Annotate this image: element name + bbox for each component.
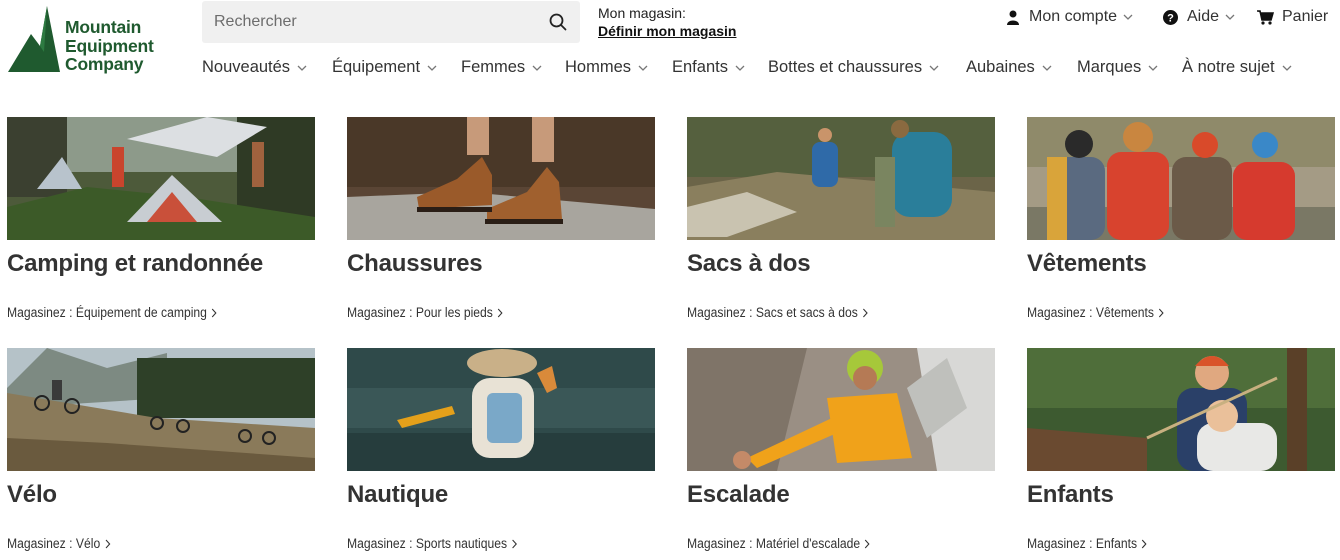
category-shop-link[interactable]: Magasinez : Enfants: [1027, 536, 1147, 551]
category-shop-link[interactable]: Magasinez : Équipement de camping: [7, 305, 217, 320]
nav-item-nouveautes[interactable]: Nouveautés: [202, 58, 307, 77]
category-card-chaussures: Chaussures Magasinez : Pour les pieds: [347, 117, 655, 320]
shop-label: Magasinez : Vêtements: [1027, 305, 1154, 320]
category-shop-link[interactable]: Magasinez : Pour les pieds: [347, 305, 503, 320]
cart-icon: [1257, 9, 1274, 25]
category-photo-escalade[interactable]: [687, 348, 995, 471]
category-card-nautique: Nautique Magasinez : Sports nautiques: [347, 348, 655, 551]
category-photo-sacs[interactable]: [687, 117, 995, 240]
chevron-down-icon: [297, 65, 307, 71]
store-label: Mon magasin:: [598, 5, 686, 21]
shop-label: Magasinez : Pour les pieds: [347, 305, 493, 320]
shop-label: Magasinez : Vélo: [7, 536, 101, 551]
chevron-down-icon: [929, 65, 939, 71]
help-menu[interactable]: ? Aide: [1163, 8, 1235, 26]
category-card-enfants: Enfants Magasinez : Enfants: [1027, 348, 1335, 551]
category-title[interactable]: Nautique: [347, 481, 448, 509]
user-icon: [1006, 10, 1020, 25]
nav-label: À notre sujet: [1182, 58, 1275, 76]
chevron-right-icon: [211, 308, 217, 318]
nav-label: Hommes: [565, 58, 632, 76]
brand-line-1: Mountain: [65, 17, 142, 37]
brand-line-2: Equipment: [65, 35, 154, 56]
category-card-camping: Camping et randonnée Magasinez : Équipem…: [7, 117, 315, 320]
brand-logo[interactable]: Mountain Equipment Company: [8, 6, 178, 76]
chevron-right-icon: [865, 539, 870, 549]
category-photo-enfants[interactable]: [1027, 348, 1335, 471]
cart-button[interactable]: Panier: [1257, 8, 1328, 26]
category-card-velo: Vélo Magasinez : Vélo: [7, 348, 315, 551]
chevron-down-icon: [1042, 65, 1052, 71]
category-shop-link[interactable]: Magasinez : Matériel d'escalade: [687, 536, 870, 551]
brand-wordmark: Mountain Equipment Company: [65, 18, 180, 74]
chevron-right-icon: [512, 539, 517, 549]
nav-label: Bottes et chaussures: [768, 58, 923, 76]
category-card-escalade: Escalade Magasinez : Matériel d'escalade: [687, 348, 995, 551]
shop-label: Magasinez : Sacs et sacs à dos: [687, 305, 858, 320]
chevron-down-icon: [1282, 65, 1292, 71]
nav-item-marques[interactable]: Marques: [1077, 58, 1158, 77]
chevron-right-icon: [497, 308, 503, 318]
category-card-sacs: Sacs à dos Magasinez : Sacs et sacs à do…: [687, 117, 995, 320]
search-input[interactable]: [202, 1, 536, 43]
chevron-down-icon: [638, 65, 648, 71]
category-shop-link[interactable]: Magasinez : Vélo: [7, 536, 110, 551]
nav-label: Femmes: [461, 58, 526, 76]
nav-label: Aubaines: [966, 58, 1035, 76]
category-title[interactable]: Escalade: [687, 481, 790, 509]
nav-item-equipement[interactable]: Équipement: [332, 58, 437, 77]
category-shop-link[interactable]: Magasinez : Vêtements: [1027, 305, 1164, 320]
set-store-link[interactable]: Définir mon magasin: [598, 22, 736, 40]
nav-label: Nouveautés: [202, 58, 291, 76]
chevron-right-icon: [1142, 539, 1147, 549]
category-shop-link[interactable]: Magasinez : Sacs et sacs à dos: [687, 305, 868, 320]
store-selector: Mon magasin: Définir mon magasin: [598, 4, 736, 40]
nav-label: Enfants: [672, 58, 728, 76]
category-card-vetements: Vêtements Magasinez : Vêtements: [1027, 117, 1335, 320]
nav-label: Marques: [1077, 58, 1142, 76]
category-photo-chaussures[interactable]: [347, 117, 655, 240]
category-title[interactable]: Camping et randonnée: [7, 250, 263, 278]
chevron-right-icon: [105, 539, 110, 549]
category-title[interactable]: Enfants: [1027, 481, 1114, 509]
category-photo-camping[interactable]: [7, 117, 315, 240]
help-label: Aide: [1187, 8, 1220, 25]
chevron-down-icon: [1225, 14, 1235, 20]
category-title[interactable]: Vêtements: [1027, 250, 1147, 278]
mountain-logo-icon: [8, 6, 60, 72]
category-shop-link[interactable]: Magasinez : Sports nautiques: [347, 536, 517, 551]
chevron-down-icon: [532, 65, 542, 71]
category-title[interactable]: Sacs à dos: [687, 250, 811, 278]
nav-item-enfants[interactable]: Enfants: [672, 58, 745, 77]
chevron-down-icon: [427, 65, 437, 71]
svg-text:?: ?: [1167, 12, 1174, 24]
category-photo-velo[interactable]: [7, 348, 315, 471]
category-photo-nautique[interactable]: [347, 348, 655, 471]
shop-label: Magasinez : Matériel d'escalade: [687, 536, 861, 551]
help-circle-icon: ?: [1163, 9, 1178, 25]
account-label: Mon compte: [1029, 8, 1118, 25]
nav-item-a-notre-sujet[interactable]: À notre sujet: [1182, 58, 1292, 77]
chevron-down-icon: [1148, 65, 1158, 71]
brand-line-3: Company: [65, 54, 144, 74]
account-menu[interactable]: Mon compte: [1006, 8, 1133, 26]
category-title[interactable]: Chaussures: [347, 250, 483, 278]
chevron-down-icon: [1123, 14, 1133, 20]
nav-item-femmes[interactable]: Femmes: [461, 58, 542, 77]
nav-item-bottes-chaussures[interactable]: Bottes et chaussures: [768, 58, 939, 77]
chevron-right-icon: [862, 308, 868, 318]
nav-item-aubaines[interactable]: Aubaines: [966, 58, 1052, 77]
search-bar: [202, 1, 580, 43]
category-title[interactable]: Vélo: [7, 481, 57, 509]
category-photo-vetements[interactable]: [1027, 117, 1335, 240]
chevron-right-icon: [1158, 308, 1164, 318]
search-icon[interactable]: [536, 1, 580, 43]
cart-label: Panier: [1282, 8, 1329, 25]
nav-item-hommes[interactable]: Hommes: [565, 58, 648, 77]
shop-label: Magasinez : Sports nautiques: [347, 536, 508, 551]
nav-label: Équipement: [332, 58, 421, 76]
shop-label: Magasinez : Enfants: [1027, 536, 1138, 551]
chevron-down-icon: [735, 65, 745, 71]
shop-label: Magasinez : Équipement de camping: [7, 305, 207, 320]
